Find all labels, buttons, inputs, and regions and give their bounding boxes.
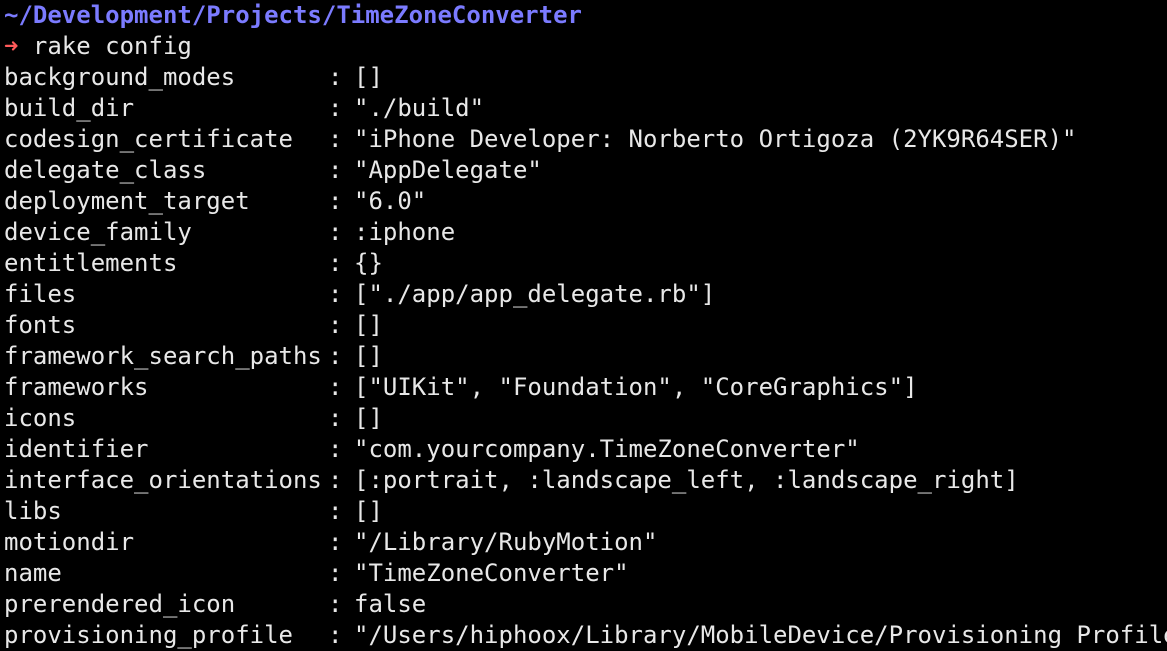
config-key: files	[4, 280, 77, 308]
config-value: []	[354, 342, 383, 370]
config-row: provisioning_profile: "/Users/hiphoox/Lib…	[4, 620, 1167, 651]
config-value: []	[354, 404, 383, 432]
config-separator: :	[328, 311, 343, 339]
config-separator: :	[328, 249, 343, 277]
config-row: codesign_certificate: "iPhone Developer: …	[4, 124, 1076, 155]
config-key: prerendered_icon	[4, 590, 236, 618]
config-row: background_modes: []	[4, 62, 383, 93]
config-row: prerendered_icon: false	[4, 589, 426, 620]
config-key: framework_search_paths	[4, 342, 322, 370]
config-key: entitlements	[4, 249, 178, 277]
config-key: icons	[4, 404, 77, 432]
config-key: background_modes	[4, 63, 236, 91]
config-separator: :	[328, 590, 343, 618]
config-row: build_dir: "./build"	[4, 93, 484, 124]
config-separator: :	[328, 342, 343, 370]
config-value: ["./app/app_delegate.rb"]	[354, 280, 716, 308]
config-row: deployment_target: "6.0"	[4, 186, 426, 217]
config-row: libs: []	[4, 496, 383, 527]
prompt-arrow-icon: ➜	[4, 32, 19, 60]
config-key: name	[4, 559, 62, 587]
config-separator: :	[328, 373, 343, 401]
config-separator: :	[328, 125, 343, 153]
config-separator: :	[328, 466, 343, 494]
config-separator: :	[328, 187, 343, 215]
config-value: []	[354, 63, 383, 91]
config-value: false	[354, 590, 427, 618]
config-value: "iPhone Developer: Norberto Ortigoza (2Y…	[354, 125, 1077, 153]
config-row: files: ["./app/app_delegate.rb"]	[4, 279, 715, 310]
config-separator: :	[328, 280, 343, 308]
config-key: codesign_certificate	[4, 125, 293, 153]
config-value: "AppDelegate"	[354, 156, 542, 184]
config-separator: :	[328, 63, 343, 91]
config-row: framework_search_paths: []	[4, 341, 383, 372]
config-key: delegate_class	[4, 156, 207, 184]
config-key: deployment_target	[4, 187, 250, 215]
config-separator: :	[328, 435, 343, 463]
config-value: "TimeZoneConverter"	[354, 559, 629, 587]
config-separator: :	[328, 528, 343, 556]
config-key: build_dir	[4, 94, 135, 122]
config-row: icons: []	[4, 403, 383, 434]
config-row: entitlements: {}	[4, 248, 383, 279]
command-prompt-line: ➜ rake config	[4, 31, 192, 62]
config-value: []	[354, 311, 383, 339]
config-row: identifier: "com.yourcompany.TimeZoneConv…	[4, 434, 860, 465]
config-separator: :	[328, 497, 343, 525]
config-key: provisioning_profile	[4, 621, 293, 649]
config-row: name: "TimeZoneConverter"	[4, 558, 629, 589]
terminal-window[interactable]: ~/Development/Projects/TimeZoneConverter…	[0, 0, 1167, 651]
config-separator: :	[328, 156, 343, 184]
config-separator: :	[328, 559, 343, 587]
config-value: "/Library/RubyMotion"	[354, 528, 658, 556]
working-directory-path: ~/Development/Projects/TimeZoneConverter	[4, 1, 582, 29]
config-row: frameworks: ["UIKit", "Foundation", "Core…	[4, 372, 918, 403]
config-separator: :	[328, 404, 343, 432]
config-value: {}	[354, 249, 383, 277]
config-row: motiondir: "/Library/RubyMotion"	[4, 527, 657, 558]
config-value: ["UIKit", "Foundation", "CoreGraphics"]	[354, 373, 918, 401]
config-value: "/Users/hiphoox/Library/MobileDevice/Pro…	[354, 621, 1167, 649]
config-separator: :	[328, 94, 343, 122]
config-key: identifier	[4, 435, 149, 463]
config-value: "6.0"	[354, 187, 427, 215]
config-value: []	[354, 497, 383, 525]
config-key: frameworks	[4, 373, 149, 401]
config-row: interface_orientations: [:portrait, :land…	[4, 465, 1019, 496]
config-row: fonts: []	[4, 310, 383, 341]
config-value: [:portrait, :landscape_left, :landscape_…	[354, 466, 1019, 494]
config-value: "./build"	[354, 94, 485, 122]
command-text: rake config	[32, 32, 192, 60]
config-key: fonts	[4, 311, 77, 339]
config-value: :iphone	[354, 218, 456, 246]
config-key: device_family	[4, 218, 192, 246]
config-value: "com.yourcompany.TimeZoneConverter"	[354, 435, 860, 463]
config-key: motiondir	[4, 528, 135, 556]
config-key: interface_orientations	[4, 466, 322, 494]
config-row: device_family: :iphone	[4, 217, 455, 248]
config-separator: :	[328, 218, 343, 246]
config-row: delegate_class: "AppDelegate"	[4, 155, 542, 186]
config-key: libs	[4, 497, 62, 525]
config-separator: :	[328, 621, 343, 649]
